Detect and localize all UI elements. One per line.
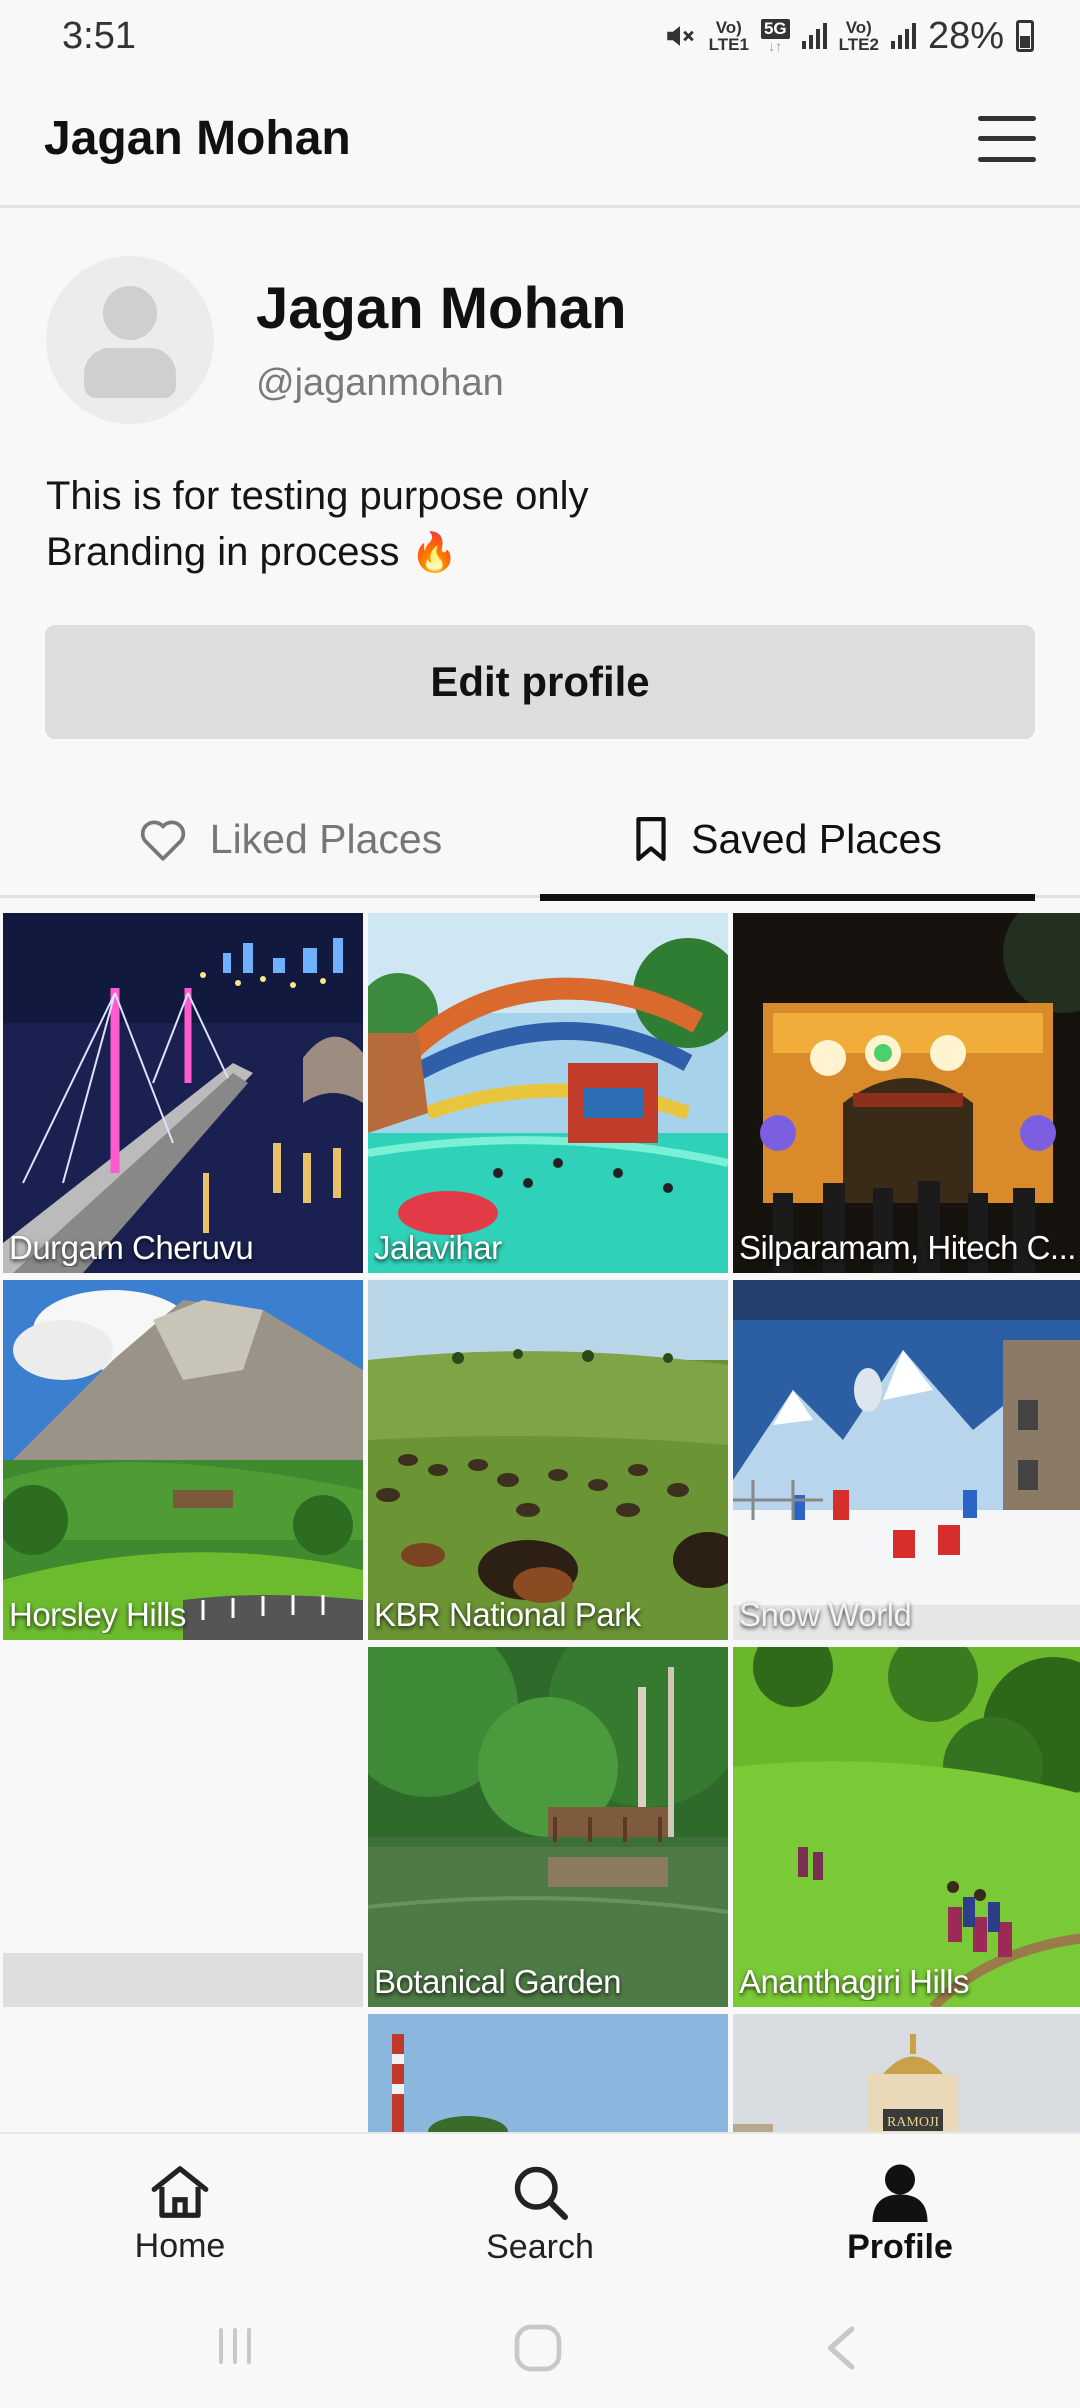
place-name: Ananthagiri Hills (739, 1963, 969, 2000)
place-photo (368, 2014, 728, 2133)
edit-profile-button[interactable]: Edit profile (45, 625, 1035, 739)
place-tile[interactable]: Snow World (733, 1280, 1080, 1640)
status-bar: 3:51 Vo) LTE1 5G ↓↑ Vo) LTE2 28% (0, 0, 1080, 72)
place-photo (368, 913, 728, 1273)
place-photo (368, 1280, 728, 1640)
battery-percent: 28% (927, 14, 1004, 57)
5g-indicator: 5G ↓↑ (760, 19, 790, 53)
place-tile[interactable]: Silparamam, Hitech C... (733, 913, 1080, 1273)
nav-label: Profile (847, 2227, 953, 2266)
place-photo (733, 1280, 1080, 1640)
place-name: Snow World (739, 1596, 912, 1633)
place-tile[interactable]: Jalavihar (368, 913, 728, 1273)
nav-search[interactable]: Search (360, 2134, 720, 2294)
place-photo (3, 913, 363, 1273)
place-tile[interactable]: Durgam Cheruvu (3, 913, 363, 1273)
saved-places-grid: Durgam Cheruvu Jalavihar Silparamam, Hit… (0, 913, 1080, 2133)
tab-liked-places[interactable]: Liked Places (40, 780, 540, 898)
profile-icon (872, 2164, 928, 2222)
lte2-indicator: Vo) LTE2 (838, 18, 879, 54)
bio-line-2: Branding in process (46, 530, 400, 574)
place-tile[interactable] (368, 2014, 728, 2133)
battery-icon (1016, 20, 1034, 52)
status-time: 3:51 (62, 14, 136, 57)
ramoji-sign-text: RAMOJI (887, 2115, 939, 2130)
placeholder-bar (3, 1953, 363, 2007)
place-name: KBR National Park (374, 1596, 641, 1633)
place-tile[interactable]: Botanical Garden (368, 1647, 728, 2007)
place-photo (3, 1280, 363, 1640)
place-tile[interactable]: Horsley Hills (3, 1280, 363, 1640)
place-photo: RAMOJI (733, 2014, 1080, 2133)
page-title: Jagan Mohan (44, 112, 351, 165)
app-header: Jagan Mohan (0, 72, 1080, 208)
tab-saved-places[interactable]: Saved Places (540, 780, 1035, 901)
profile-tabs: Liked Places Saved Places (0, 780, 1080, 901)
bottom-navigation: Home Search Profile (0, 2132, 1080, 2292)
nav-label: Home (134, 2226, 226, 2265)
bio-line-1: This is for testing purpose only (46, 474, 589, 518)
signal-icon (801, 23, 827, 49)
lte1-indicator: Vo) LTE1 (708, 18, 749, 54)
profile-bio: This is for testing purpose only Brandin… (46, 468, 588, 581)
tab-label: Liked Places (209, 815, 443, 862)
place-tile-placeholder[interactable] (3, 1647, 363, 2007)
nav-profile[interactable]: Profile (720, 2134, 1080, 2294)
place-tile[interactable]: RAMOJI (733, 2014, 1080, 2133)
place-photo (733, 913, 1080, 1273)
place-tile[interactable]: KBR National Park (368, 1280, 728, 1640)
place-name: Durgam Cheruvu (9, 1229, 254, 1266)
profile-summary: Jagan Mohan @jaganmohan (46, 256, 627, 424)
place-name: Botanical Garden (374, 1963, 622, 2000)
place-tile[interactable]: Ananthagiri Hills (733, 1647, 1080, 2007)
profile-handle: @jaganmohan (256, 362, 504, 404)
nav-label: Search (486, 2227, 594, 2266)
home-icon (151, 2165, 209, 2218)
system-navigation-bar (0, 2292, 1080, 2408)
status-icons: Vo) LTE1 5G ↓↑ Vo) LTE2 28% (663, 15, 1034, 58)
tab-label: Saved Places (691, 815, 942, 862)
heart-icon (140, 820, 185, 861)
place-name: Horsley Hills (9, 1596, 186, 1633)
back-icon[interactable] (818, 2322, 862, 2374)
nav-home[interactable]: Home (0, 2134, 360, 2294)
place-photo (368, 1647, 728, 2007)
search-icon (514, 2166, 568, 2220)
fire-emoji-icon: 🔥 (410, 532, 458, 574)
hamburger-menu-icon[interactable] (978, 115, 1036, 162)
profile-name: Jagan Mohan (256, 276, 627, 341)
recent-apps-icon[interactable] (211, 2322, 259, 2370)
place-name: Silparamam, Hitech C... (739, 1229, 1076, 1266)
mute-icon (666, 26, 694, 46)
avatar[interactable] (46, 256, 214, 424)
home-button-icon[interactable] (510, 2322, 566, 2374)
signal-icon (890, 23, 916, 49)
place-photo (733, 1647, 1080, 2007)
place-name: Jalavihar (374, 1229, 502, 1266)
bookmark-icon (636, 817, 666, 861)
